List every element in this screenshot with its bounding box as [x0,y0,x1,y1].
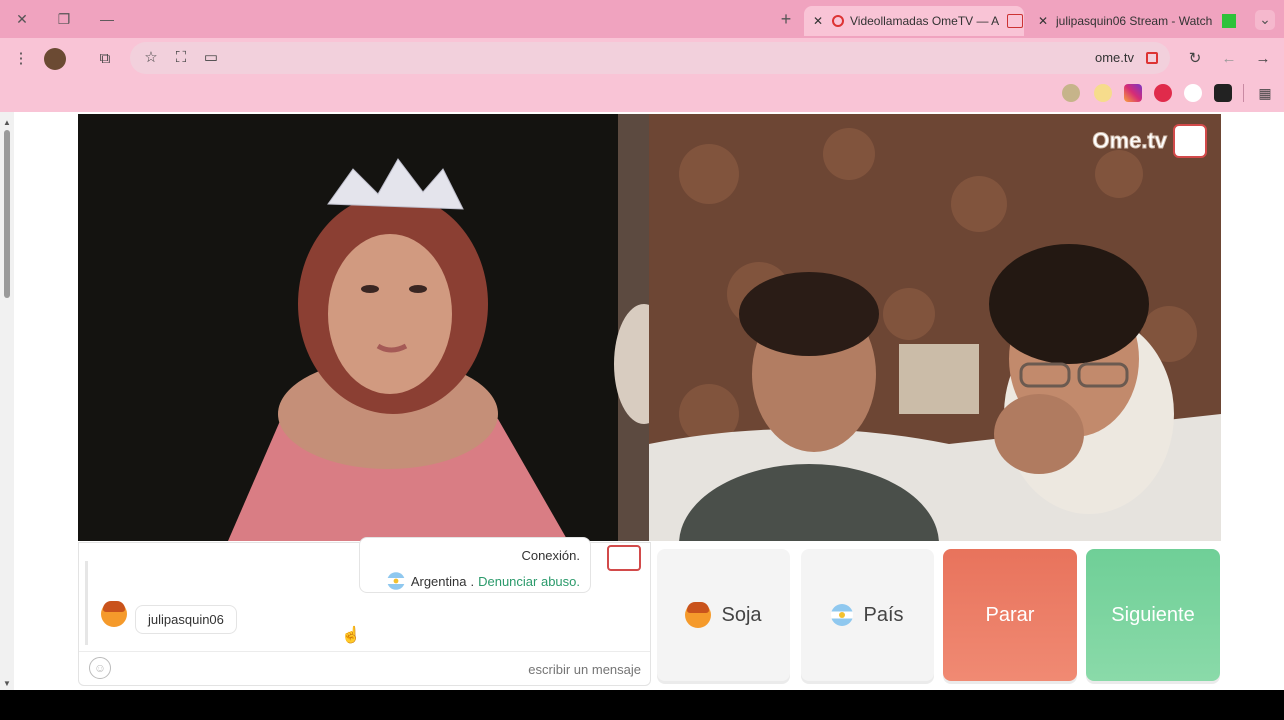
kick-favicon-icon [1222,14,1236,28]
bookmark-icon[interactable] [1062,84,1080,102]
remote-video-image [649,114,1221,541]
country-button[interactable]: País [801,549,934,681]
gender-avatar-icon [685,602,712,628]
close-window-icon[interactable]: ✕ [12,10,32,28]
user-avatar-icon [101,601,127,627]
emoji-icon[interactable]: ☺ [89,657,111,679]
apps-grid-icon[interactable]: ▦ [1254,82,1276,104]
connection-text: Conexión. [521,548,580,563]
user-tag: julipasquin06 [135,605,237,634]
ometv-watermark: Ome.tv [1092,124,1207,158]
country-line: Argentina . Denunciar abuso. [385,570,580,592]
scroll-up-icon[interactable]: ▲ [3,118,11,127]
bookmarks-divider [1243,84,1244,102]
recording-icon [832,15,844,27]
url-text: ome.tv [1094,50,1134,65]
next-button[interactable]: Siguiente [1086,549,1220,681]
tab-search-icon[interactable]: ⌄ [1255,10,1275,30]
menu-icon[interactable]: ⋮ [10,48,32,70]
tab-ometv[interactable]: ✕ Videollamadas OmeTV — A [804,6,1024,36]
country-label: País [863,603,904,626]
cast-icon[interactable]: ▭ [200,47,222,69]
bookmark-star-icon[interactable]: ☆ [140,47,162,69]
instagram-icon[interactable] [1124,84,1142,102]
remote-video: Ome.tv [649,114,1221,541]
local-video-image [78,114,649,541]
mouse-cursor-icon: ☝ [341,627,361,644]
local-video [78,114,649,541]
separator-dot: . [470,573,475,589]
chat-panel: Conexión. Argentina . Denunciar abuso. j… [78,537,651,686]
extensions-icon[interactable]: ⧉ [94,48,116,70]
watermark-text: Ome.tv [1092,128,1168,154]
pinterest-icon[interactable] [1154,84,1172,102]
tab-favicon-icon [1007,14,1024,28]
message-input[interactable] [119,655,643,683]
argentina-flag-icon [831,604,854,626]
gender-label: Soja [721,603,762,626]
next-label: Siguiente [1111,603,1195,626]
bookmark-icon[interactable] [1214,84,1232,102]
country-name: Argentina [410,573,467,589]
site-info-icon[interactable] [1146,52,1158,64]
tab-close-icon[interactable]: ✕ [804,14,832,28]
scroll-down-icon[interactable]: ▼ [3,679,11,688]
restore-window-icon[interactable]: ❐ [54,10,74,28]
bookmark-icon[interactable] [1184,84,1202,102]
bookmark-icon[interactable] [1094,84,1112,102]
tab-title: Videollamadas OmeTV — A [850,14,1000,28]
translate-icon[interactable]: ⛶ [170,47,192,69]
gender-button[interactable]: Soja [657,549,790,681]
chat-scroll-track [85,561,88,645]
reload-icon[interactable]: ↻ [1184,48,1206,70]
argentina-flag-icon [387,572,405,590]
tab-close-icon[interactable]: ✕ [1030,14,1056,28]
page-scrollbar[interactable]: ▲ ▼ [0,112,14,690]
report-abuse-link[interactable]: Denunciar abuso. [478,574,580,589]
minimize-window-icon[interactable]: — [97,10,117,28]
scrollbar-thumb[interactable] [4,130,10,298]
profile-avatar[interactable] [44,48,66,70]
ometv-badge-icon [607,545,641,571]
ometv-logo-icon [1173,124,1207,158]
stop-button[interactable]: Parar [943,549,1077,681]
input-divider [79,651,650,652]
tab-stream[interactable]: ✕ julipasquin06 Stream - Watch L [1030,6,1250,36]
tab-title: julipasquin06 Stream - Watch L [1056,14,1216,28]
address-bar[interactable]: ☆ ⛶ ▭ ome.tv [130,42,1170,74]
system-message: Conexión. Argentina . Denunciar abuso. [359,537,591,593]
back-icon[interactable]: ← [1218,48,1240,70]
forward-icon[interactable]: → [1252,48,1274,70]
new-tab-icon[interactable]: + [776,10,796,28]
stop-label: Parar [985,603,1035,626]
